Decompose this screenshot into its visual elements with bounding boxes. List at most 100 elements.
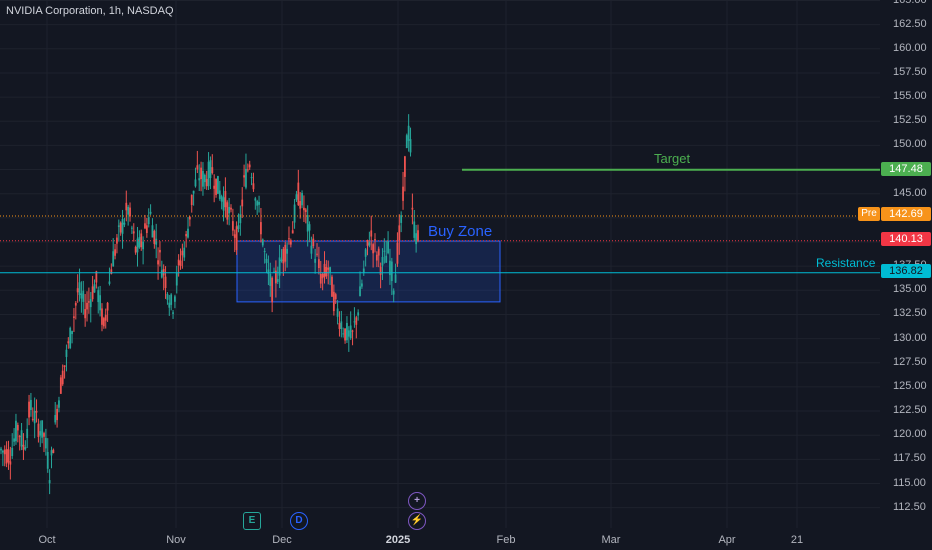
- candle-body: [48, 480, 51, 484]
- candle-body: [71, 331, 73, 335]
- candle-body: [37, 423, 40, 438]
- candle-body: [188, 216, 191, 220]
- candle-body: [361, 283, 363, 287]
- dividend-icon[interactable]: D: [290, 512, 308, 530]
- candle-body: [413, 221, 416, 238]
- candle-body: [288, 238, 290, 240]
- y-tick-label: 152.50: [893, 114, 927, 127]
- candle-body: [224, 190, 227, 208]
- candle-body: [89, 299, 92, 308]
- candle-body: [377, 248, 380, 256]
- candle-body: [217, 176, 219, 194]
- candle-body: [0, 448, 2, 451]
- candle-body: [332, 291, 335, 312]
- chart-title: NVIDIA Corporation, 1h, NASDAQ: [6, 5, 174, 17]
- candle-body: [402, 186, 404, 201]
- candle-body: [50, 450, 53, 456]
- pre-market-badge: Pre: [858, 207, 880, 221]
- candle-body: [299, 201, 302, 209]
- candle-body: [306, 215, 309, 232]
- candle-body: [349, 325, 352, 339]
- candle-body: [69, 327, 72, 349]
- candle-body: [181, 250, 184, 256]
- candle-body: [106, 302, 109, 311]
- candle-body: [415, 233, 418, 245]
- split-icon[interactable]: +: [408, 492, 426, 510]
- candle-body: [321, 273, 324, 279]
- candle-body: [172, 312, 174, 314]
- candle-body: [237, 225, 240, 230]
- candle-body: [338, 323, 341, 329]
- candle-body: [67, 341, 70, 344]
- candle-body: [271, 277, 274, 303]
- candle-body: [52, 449, 55, 454]
- candle-body: [353, 321, 356, 323]
- candle-body: [160, 270, 163, 278]
- candle-body: [291, 230, 294, 234]
- candle-body: [390, 261, 393, 282]
- candle-body: [76, 288, 79, 293]
- candle-body: [207, 161, 210, 187]
- candle-body: [405, 135, 408, 148]
- candle-body: [7, 449, 10, 463]
- candle-body: [15, 420, 17, 442]
- candle-body: [33, 410, 36, 424]
- price-chart[interactable]: [0, 0, 932, 550]
- candle-body: [175, 272, 178, 286]
- candle-body: [267, 269, 270, 274]
- candle-body: [164, 276, 167, 288]
- resistance-label: Resistance: [816, 256, 876, 270]
- candle-body: [170, 294, 173, 305]
- candle-body: [372, 244, 375, 254]
- candle-body: [28, 401, 30, 418]
- candle-body: [325, 267, 328, 277]
- candle-body: [404, 156, 406, 177]
- candle-body: [314, 258, 317, 263]
- candle-body: [276, 279, 279, 282]
- candle-body: [87, 301, 90, 303]
- candle-body: [78, 282, 81, 296]
- candle-body: [121, 219, 124, 234]
- candle-body: [196, 165, 199, 170]
- y-tick-label: 130.00: [893, 331, 927, 344]
- x-tick-label: Nov: [166, 534, 186, 546]
- candle-body: [145, 225, 148, 234]
- candle-body: [250, 177, 253, 179]
- candle-body: [59, 377, 62, 394]
- candle-body: [84, 309, 87, 319]
- candle-body: [73, 316, 75, 318]
- lightning-icon[interactable]: ⚡: [408, 512, 426, 530]
- candle-body: [239, 214, 242, 224]
- candle-body: [243, 175, 245, 178]
- candle-body: [35, 410, 38, 413]
- y-tick-label: 132.50: [893, 307, 927, 320]
- candle-body: [368, 242, 371, 246]
- candle-body: [44, 437, 47, 449]
- candle-body: [220, 196, 223, 202]
- candle-body: [357, 312, 360, 316]
- candle-body: [409, 139, 412, 153]
- candle-body: [347, 330, 350, 337]
- candle-body: [138, 237, 141, 248]
- candle-body: [54, 415, 57, 423]
- candle-body: [46, 451, 49, 469]
- candle-body: [394, 274, 397, 283]
- candle-body: [316, 253, 318, 255]
- candle-body: [74, 302, 77, 306]
- y-tick-label: 155.00: [893, 90, 927, 103]
- earnings-icon[interactable]: E: [243, 512, 261, 530]
- candle-body: [97, 290, 100, 303]
- candle-body: [282, 248, 285, 264]
- candle-body: [246, 169, 249, 171]
- candle-body: [411, 207, 414, 210]
- resistance-price-tag: 136.82: [881, 264, 931, 278]
- candle-body: [284, 244, 287, 262]
- candle-body: [370, 230, 373, 237]
- candle-body: [43, 433, 45, 437]
- candle-body: [301, 192, 303, 206]
- candle-body: [134, 246, 137, 253]
- candle-body: [228, 206, 231, 214]
- candle-body: [329, 267, 332, 273]
- candle-body: [269, 273, 272, 286]
- candle-body: [286, 248, 289, 254]
